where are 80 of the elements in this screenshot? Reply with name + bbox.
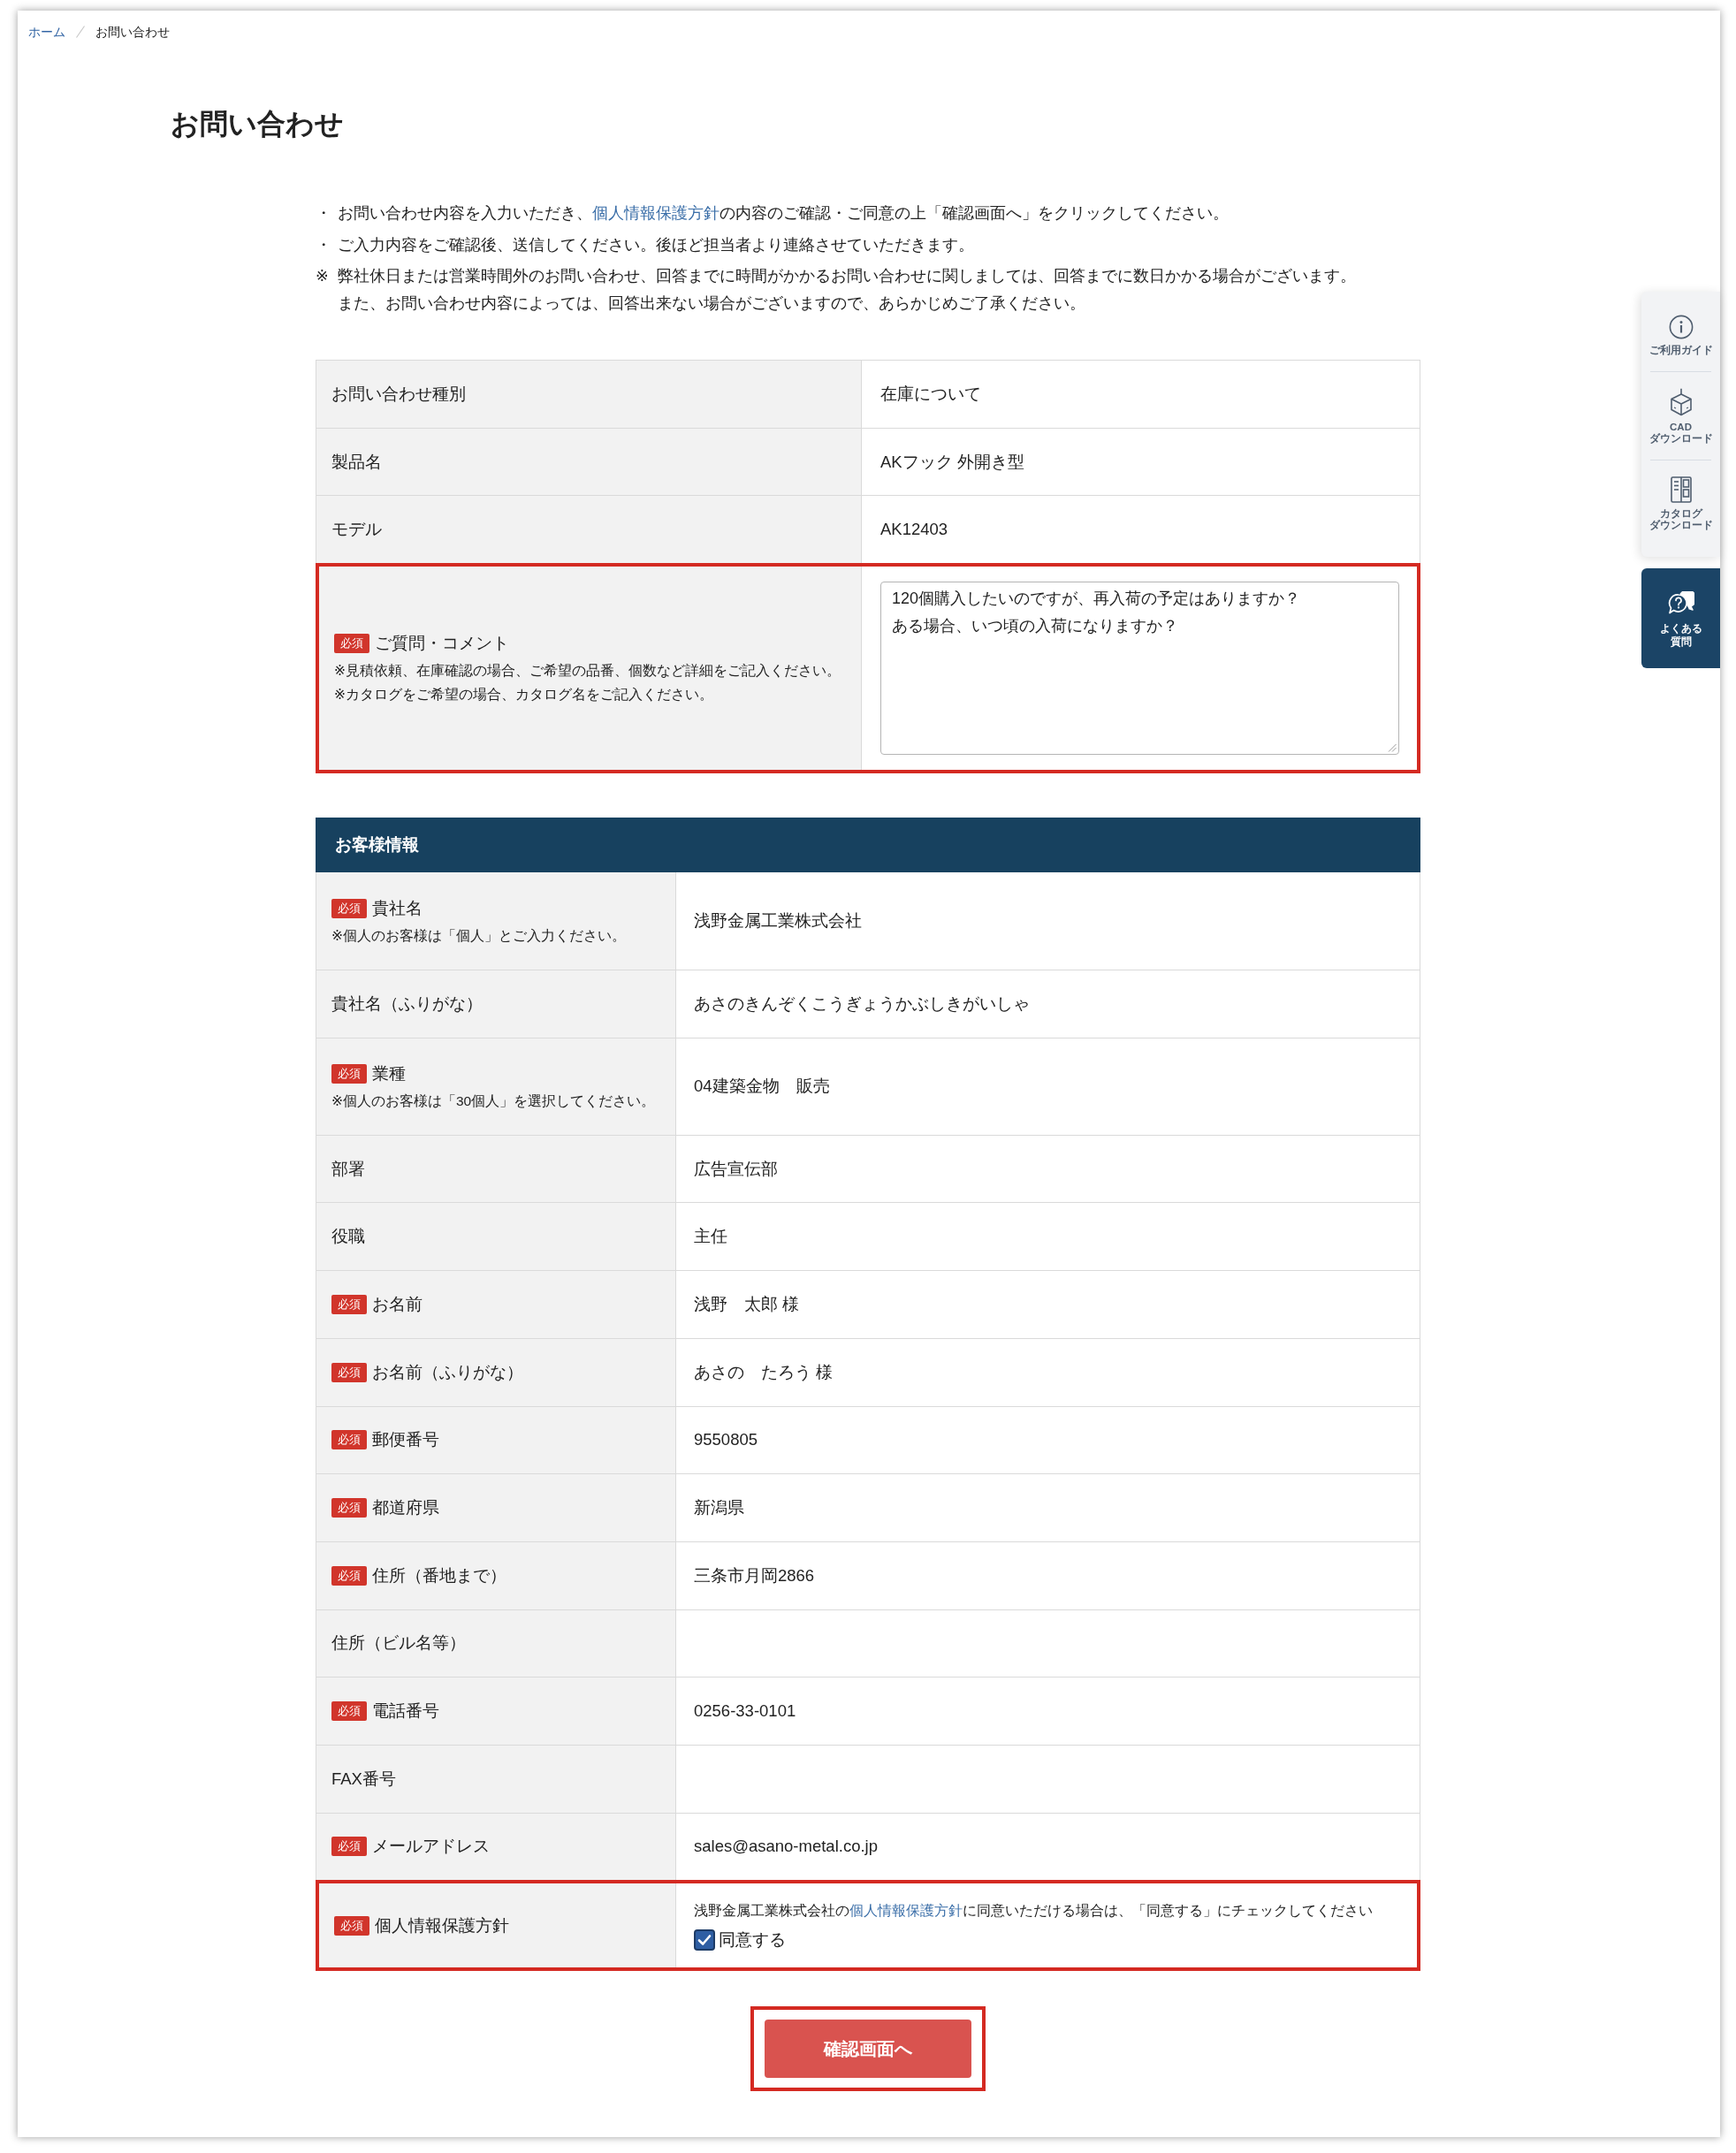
field-label: 役職 — [331, 1226, 365, 1248]
required-badge: 必須 — [331, 1430, 367, 1450]
confirm-button[interactable]: 確認画面へ — [765, 2020, 971, 2079]
required-badge: 必須 — [334, 634, 369, 654]
required-badge: 必須 — [334, 1915, 369, 1936]
menu-label[interactable]: カタログ — [1659, 508, 1702, 520]
required-badge: 必須 — [331, 1837, 367, 1857]
field-value: 0256-33-0101 — [694, 1700, 796, 1723]
field-label: 都道府県 — [372, 1497, 439, 1519]
field-label: 住所（番地まで） — [372, 1564, 506, 1586]
note-bullet: ・ — [316, 234, 332, 255]
field-value: AK12403 — [880, 519, 948, 541]
field-note: ※個人のお客様は「30個人」を選択してください。 — [331, 1092, 657, 1110]
field-label: 住所（ビル名等） — [331, 1632, 466, 1655]
section-header: お客様情報 — [316, 818, 1420, 873]
slash-separator-icon — [76, 26, 85, 38]
field-value: あさの たろう 様 — [694, 1361, 834, 1383]
note-bullet: ※ — [316, 266, 330, 286]
checkbox-label[interactable]: 同意する — [719, 1927, 786, 1952]
menu-label[interactable]: CAD — [1670, 422, 1692, 433]
note-bullet: ・ — [316, 203, 332, 224]
required-badge: 必須 — [331, 1294, 367, 1314]
note-text: また、お問い合わせ内容によっては、回答出来ない場合がございますので、あらかじめご了承ください。 — [338, 293, 1086, 314]
field-label: 貴社名 — [372, 897, 423, 919]
privacy-policy-link[interactable]: 個人情報保護方針 — [592, 204, 720, 222]
required-badge: 必須 — [331, 1565, 367, 1586]
field-label: お問い合わせ種別 — [331, 383, 466, 405]
consent-text: 浅野金属工業株式会社の個人情報保護方針に同意いただける場合は、「同意する」にチェックしてください — [694, 1900, 1373, 1920]
comment-text-line: 120個購入したいのですが、再入荷の予定はありますか？ — [892, 589, 1301, 610]
faq-tab[interactable]: よくある質問 — [1641, 568, 1720, 668]
field-value: 新潟県 — [694, 1497, 744, 1519]
resize-handle-icon[interactable] — [1388, 743, 1397, 753]
catalog-icon[interactable] — [1670, 476, 1692, 503]
field-label: 業種 — [372, 1062, 406, 1084]
field-label: 個人情報保護方針 — [375, 1914, 509, 1936]
page-title: お問い合わせ — [171, 107, 345, 141]
required-badge: 必須 — [331, 1701, 367, 1722]
breadcrumb-current: お問い合わせ — [95, 24, 170, 41]
comment-text-line: ある場合、いつ頃の入荷になりますか？ — [892, 616, 1178, 637]
required-badge: 必須 — [331, 898, 367, 918]
question-bubbles-icon — [1667, 591, 1694, 616]
required-badge: 必須 — [331, 1063, 367, 1084]
menu-label[interactable]: ダウンロード — [1648, 433, 1713, 445]
field-value: 在庫について — [880, 383, 981, 405]
field-label: 郵便番号 — [372, 1429, 439, 1451]
field-label: メールアドレス — [372, 1836, 490, 1858]
agree-checkbox[interactable] — [694, 1929, 715, 1951]
field-label: 電話番号 — [372, 1700, 439, 1723]
field-label: 部署 — [331, 1158, 365, 1180]
field-label: モデル — [331, 519, 382, 541]
info-icon[interactable] — [1668, 315, 1694, 339]
field-label: お名前 — [372, 1293, 423, 1315]
field-value: 主任 — [694, 1226, 727, 1248]
privacy-policy-link[interactable]: 個人情報保護方針 — [849, 1901, 963, 1918]
breadcrumb-link[interactable]: ホーム — [28, 23, 65, 41]
field-value: あさのきんぞくこうぎょうかぶしきがいしゃ — [694, 993, 1030, 1015]
menu-label[interactable]: ダウンロード — [1648, 520, 1713, 531]
field-value: 04建築金物 販売 — [694, 1076, 830, 1098]
field-label: FAX番号 — [331, 1768, 396, 1790]
field-value: sales@asano-metal.co.jp — [694, 1836, 878, 1858]
note-text: ご入力内容をご確認後、送信してください。後ほど担当者より連絡させていただきます。 — [338, 234, 974, 255]
required-badge: 必須 — [331, 1362, 367, 1382]
note-text: お問い合わせ内容を入力いただき、個人情報保護方針の内容のご確認・ご同意の上「確認画面へ」をクリックしてください。 — [338, 203, 1229, 224]
field-label: 貴社名（ふりがな） — [331, 993, 483, 1015]
required-badge: 必須 — [331, 1498, 367, 1518]
menu-label[interactable]: ご利用ガイド — [1648, 345, 1713, 356]
field-value: 9550805 — [694, 1429, 758, 1451]
field-note: ※見積依頼、在庫確認の場合、ご希望の品番、個数など詳細をご記入ください。 — [334, 662, 841, 681]
comment-field[interactable]: 120個購入したいのですが、再入荷の予定はありますか？ ある場合、いつ頃の入荷になりますか？ — [880, 582, 1399, 756]
field-value: 広告宣伝部 — [694, 1158, 778, 1180]
field-label: ご質問・コメント — [375, 633, 509, 655]
field-note: ※個人のお客様は「個人」とご入力ください。 — [331, 926, 627, 945]
field-value: 浅野 太郎 様 — [694, 1293, 800, 1315]
field-value: 三条市月岡2866 — [694, 1564, 815, 1586]
field-note: ※カタログをご希望の場合、カタログ名をご記入ください。 — [334, 686, 714, 704]
field-value: AKフック 外開き型 — [880, 451, 1024, 473]
field-value: 浅野金属工業株式会社 — [694, 910, 862, 932]
field-label: 製品名 — [331, 451, 382, 473]
note-text: 弊社休日または営業時間外のお問い合わせ、回答までに時間がかかるお問い合わせに関しましては、回答までに数日かかる場合がございます。 — [338, 266, 1356, 286]
field-label: お名前（ふりがな） — [372, 1361, 523, 1383]
